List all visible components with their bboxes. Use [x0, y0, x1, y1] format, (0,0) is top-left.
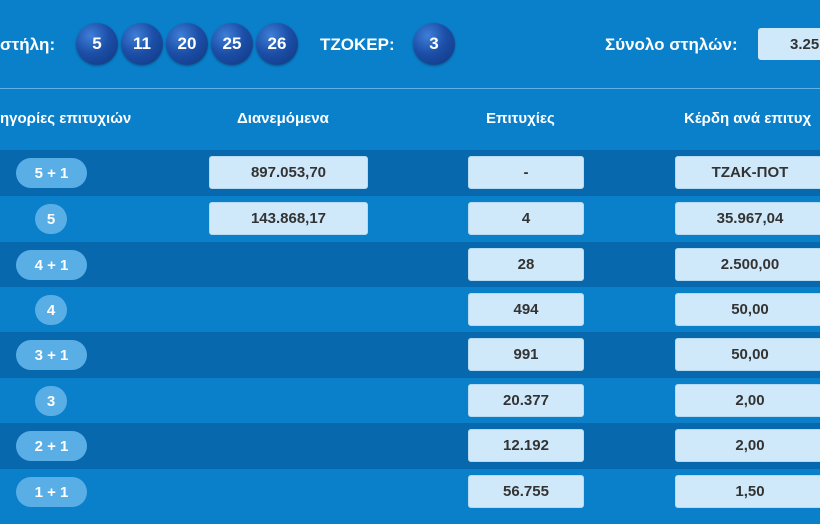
- winners-cell: 4: [468, 202, 584, 235]
- header-divider: [0, 88, 820, 89]
- category-pill: 3 + 1: [16, 340, 87, 370]
- winners-cell: 12.192: [468, 429, 584, 462]
- table-row: 5 + 1 897.053,70 - ΤΖΑΚ-ΠΟΤ: [0, 150, 820, 196]
- table-row: 2 + 1 12.192 2,00: [0, 423, 820, 469]
- number-ball-4: 25: [211, 23, 253, 65]
- table-row: 3 20.377 2,00: [0, 378, 820, 424]
- distributed-cell: 897.053,70: [209, 156, 368, 189]
- table-row: 3 + 1 991 50,00: [0, 332, 820, 378]
- winners-cell: 20.377: [468, 384, 584, 417]
- results-header: στήλη: 5 11 20 25 26 ΤΖΟΚΕΡ: 3 Σύνολο στ…: [0, 0, 820, 88]
- category-pill: 1 + 1: [16, 477, 87, 507]
- number-ball-5: 26: [256, 23, 298, 65]
- table-row: 5 143.868,17 4 35.967,04: [0, 196, 820, 242]
- winners-cell: 991: [468, 338, 584, 371]
- winners-cell: 494: [468, 293, 584, 326]
- category-pill: 3: [35, 386, 67, 416]
- category-pill: 4 + 1: [16, 250, 87, 280]
- winners-cell: 28: [468, 248, 584, 281]
- joker-label: ΤΖΟΚΕΡ:: [320, 35, 395, 54]
- prize-cell: 50,00: [675, 293, 820, 326]
- table-row: 1 + 1 56.755 1,50: [0, 469, 820, 515]
- category-pill: 5 + 1: [16, 158, 87, 188]
- number-ball-2: 11: [121, 23, 163, 65]
- prize-cell: 2.500,00: [675, 248, 820, 281]
- prize-cell: ΤΖΑΚ-ΠΟΤ: [675, 156, 820, 189]
- distributed-cell: 143.868,17: [209, 202, 368, 235]
- category-pill: 4: [35, 295, 67, 325]
- category-pill: 5: [35, 204, 67, 234]
- number-ball-1: 5: [76, 23, 118, 65]
- col-header-distributed: Διανεμόμενα: [237, 109, 329, 127]
- winners-cell: 56.755: [468, 475, 584, 508]
- number-ball-3: 20: [166, 23, 208, 65]
- col-header-categories: ηγορίες επιτυχιών: [0, 109, 132, 127]
- col-header-winners: Επιτυχίες: [486, 109, 555, 127]
- prize-cell: 2,00: [675, 384, 820, 417]
- winners-cell: -: [468, 156, 584, 189]
- total-columns-label: Σύνολο στηλών:: [605, 35, 738, 54]
- table-row: 4 + 1 28 2.500,00: [0, 242, 820, 288]
- prize-cell: 1,50: [675, 475, 820, 508]
- column-label: στήλη:: [0, 35, 56, 54]
- col-header-prize: Κέρδη ανά επιτυχ: [684, 109, 812, 127]
- table-row: 4 494 50,00: [0, 287, 820, 333]
- prize-cell: 35.967,04: [675, 202, 820, 235]
- category-pill: 2 + 1: [16, 431, 87, 461]
- joker-ball: 3: [413, 23, 455, 65]
- total-columns-value: 3.25: [758, 28, 820, 60]
- prize-cell: 2,00: [675, 429, 820, 462]
- prize-cell: 50,00: [675, 338, 820, 371]
